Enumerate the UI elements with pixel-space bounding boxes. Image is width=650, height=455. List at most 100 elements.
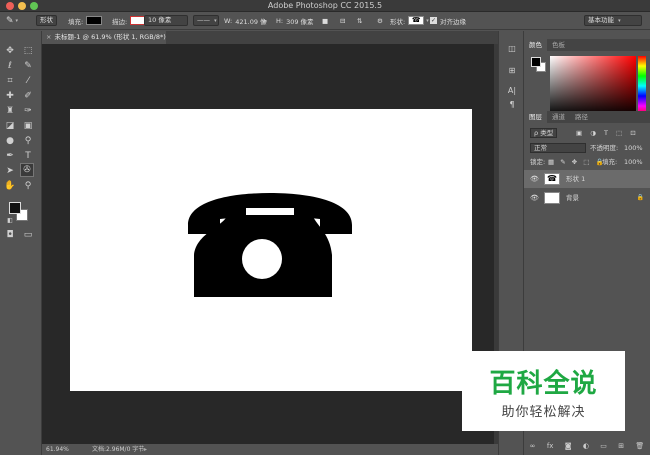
dodge-tool-icon[interactable]: ⚲ — [22, 135, 34, 147]
color-picker-field[interactable] — [550, 56, 636, 116]
mode-select[interactable]: 形状 — [36, 15, 57, 26]
height-label: H: — [276, 16, 284, 25]
quick-select-tool-icon[interactable]: ✎ — [22, 60, 34, 72]
screen-mode-icon[interactable]: ▭ — [22, 229, 34, 241]
telephone-shape[interactable] — [70, 109, 472, 391]
document-tab-bar: ×未标题-1 @ 61.9% (形状 1, RGB/8*) * — [42, 31, 498, 54]
character-panel-icon[interactable]: A| — [506, 85, 518, 97]
link-icon[interactable]: ∞ — [530, 442, 536, 450]
fx-icon[interactable]: fx — [547, 442, 554, 450]
path-arrangement-icon[interactable]: ⇅ — [357, 14, 362, 27]
color-foreground-swatch[interactable] — [531, 57, 541, 67]
layer-thumbnail — [544, 192, 560, 204]
height-field[interactable]: 309 像素 — [286, 16, 313, 26]
shape-picker[interactable]: ☎ — [408, 16, 425, 25]
layer-name[interactable]: 背景 — [566, 189, 579, 207]
brush-tool-icon[interactable]: ✐ — [22, 90, 34, 102]
document-canvas[interactable] — [70, 109, 472, 391]
pen-tool-icon: ✎ — [6, 15, 14, 26]
new-layer-icon[interactable]: ⊞ — [618, 442, 624, 450]
layers-panel-tabs: 图层 通道 路径 — [524, 111, 650, 123]
zoom-tool-icon[interactable]: ⚲ — [22, 180, 34, 192]
watermark-subtitle: 助你轻松解决 — [501, 405, 586, 420]
layer-filter-select[interactable]: ρ 类型 — [530, 128, 558, 138]
move-tool-icon[interactable]: ✥ — [4, 45, 16, 57]
tab-swatches[interactable]: 色板 — [547, 39, 570, 51]
gear-icon[interactable]: ⚙ — [377, 14, 383, 27]
watermark: 百科全说 助你轻松解决 — [462, 351, 625, 431]
hand-tool-icon[interactable]: ✋ — [4, 180, 16, 192]
status-menu-icon[interactable]: ▸ — [144, 444, 147, 455]
tool-preset-picker[interactable]: ✎ ▾ — [6, 14, 18, 27]
stroke-type-select[interactable]: —— ▾ — [193, 15, 219, 26]
path-select-tool-icon[interactable]: ➤ — [4, 165, 16, 177]
tools-panel: ✥ ⬚ ℓ ✎ ⌗ ⁄ ✚ ✐ ♜ ✑ ◪ ▣ ● ⚲ ✒ T ➤ ✇ ✋ ⚲ … — [0, 31, 42, 455]
crop-tool-icon[interactable]: ⌗ — [4, 75, 16, 87]
status-bar: 61.94% 文档:2.96M/0 字节 ▸ — [42, 444, 498, 455]
quick-mask-icon[interactable]: ◘ — [4, 229, 16, 241]
workspace-label: 基本功能 — [588, 16, 614, 24]
lock-icons[interactable]: ▦ ✎ ✥ ⬚ 🔒 — [548, 156, 606, 168]
link-wh-icon[interactable]: ∞ — [262, 14, 267, 27]
stroke-label: 描边: — [112, 17, 128, 26]
zoom-level[interactable]: 61.94% — [46, 444, 69, 455]
mask-icon[interactable]: ◙ — [565, 442, 572, 450]
visibility-eye-icon[interactable]: 👁 — [530, 189, 539, 207]
blend-mode-select[interactable]: 正常 — [530, 143, 586, 153]
gradient-tool-icon[interactable]: ▣ — [22, 120, 34, 132]
clone-stamp-tool-icon[interactable]: ♜ — [4, 105, 16, 117]
type-tool-icon[interactable]: T — [22, 150, 34, 162]
lasso-tool-icon[interactable]: ℓ — [4, 60, 16, 72]
healing-brush-tool-icon[interactable]: ✚ — [4, 90, 16, 102]
window-title: Adobe Photoshop CC 2015.5 — [267, 1, 383, 10]
shape-label: 形状: — [390, 17, 406, 26]
opacity-label: 不透明度: — [590, 144, 619, 152]
align-edges-checkbox[interactable]: ✓ — [430, 17, 437, 24]
watermark-title: 百科全说 — [489, 369, 598, 399]
layer-row[interactable]: 👁 ☎ 形状 1 — [524, 170, 650, 188]
default-colors-icon[interactable]: ◧ — [4, 215, 16, 227]
layer-thumbnail: ☎ — [544, 173, 560, 185]
layer-row[interactable]: 👁 背景 🔒 — [524, 189, 650, 207]
eraser-tool-icon[interactable]: ◪ — [4, 120, 16, 132]
visibility-eye-icon[interactable]: 👁 — [530, 170, 539, 188]
tab-color[interactable]: 颜色 — [524, 39, 547, 51]
lock-label: 锁定: — [530, 158, 546, 166]
tab-paths[interactable]: 路径 — [570, 111, 593, 123]
document-info[interactable]: 文档:2.96M/0 字节 — [92, 444, 144, 455]
workspace-select[interactable]: 基本功能 ▾ — [584, 15, 642, 26]
document-tab[interactable]: ×未标题-1 @ 61.9% (形状 1, RGB/8*) * — [42, 31, 166, 54]
stroke-width-field[interactable]: 10 像素 — [144, 15, 188, 26]
layer-name[interactable]: 形状 1 — [566, 170, 585, 188]
history-brush-tool-icon[interactable]: ✑ — [22, 105, 34, 117]
color-panel-tabs: 颜色 色板 — [524, 39, 650, 51]
pen-tool-icon[interactable]: ✒ — [4, 150, 16, 162]
fill-label: 填充: — [602, 158, 618, 166]
options-bar: ✎ ▾ 形状 填充: 描边: 10 像素 —— ▾ W: 421.09 像 ∞ H… — [0, 12, 650, 30]
title-bar: Adobe Photoshop CC 2015.5 — [0, 0, 650, 12]
layer-filter-icons[interactable]: ▣ ◑ T ⬚ ⊡ — [576, 127, 639, 139]
width-label: W: — [224, 16, 233, 25]
align-edges-label: 对齐边缘 — [440, 17, 466, 26]
path-alignment-icon[interactable]: ⊟ — [340, 14, 345, 27]
properties-panel-icon[interactable]: ⊞ — [506, 65, 518, 77]
custom-shape-tool-icon[interactable]: ✇ — [20, 163, 34, 177]
history-panel-icon[interactable]: ◫ — [506, 43, 518, 55]
fill-field[interactable]: 100% — [624, 156, 643, 168]
close-tab-icon[interactable]: × — [46, 33, 51, 41]
blur-tool-icon[interactable]: ● — [4, 135, 16, 147]
foreground-color-swatch[interactable] — [9, 202, 21, 214]
tab-channels[interactable]: 通道 — [547, 111, 570, 123]
trash-icon[interactable]: 🗑 — [635, 442, 644, 450]
paragraph-panel-icon[interactable]: ¶ — [506, 99, 518, 111]
path-operations-icon[interactable]: ■ — [322, 14, 328, 27]
eyedropper-tool-icon[interactable]: ⁄ — [22, 75, 34, 87]
tab-layers[interactable]: 图层 — [524, 111, 547, 123]
folder-icon[interactable]: ▭ — [600, 442, 607, 450]
fill-label: 填充: — [68, 17, 84, 26]
hue-slider[interactable] — [638, 56, 646, 116]
marquee-tool-icon[interactable]: ⬚ — [22, 45, 34, 57]
opacity-field[interactable]: 100% — [624, 142, 643, 154]
fill-swatch[interactable] — [86, 16, 103, 25]
adjustment-icon[interactable]: ◐ — [583, 442, 589, 450]
